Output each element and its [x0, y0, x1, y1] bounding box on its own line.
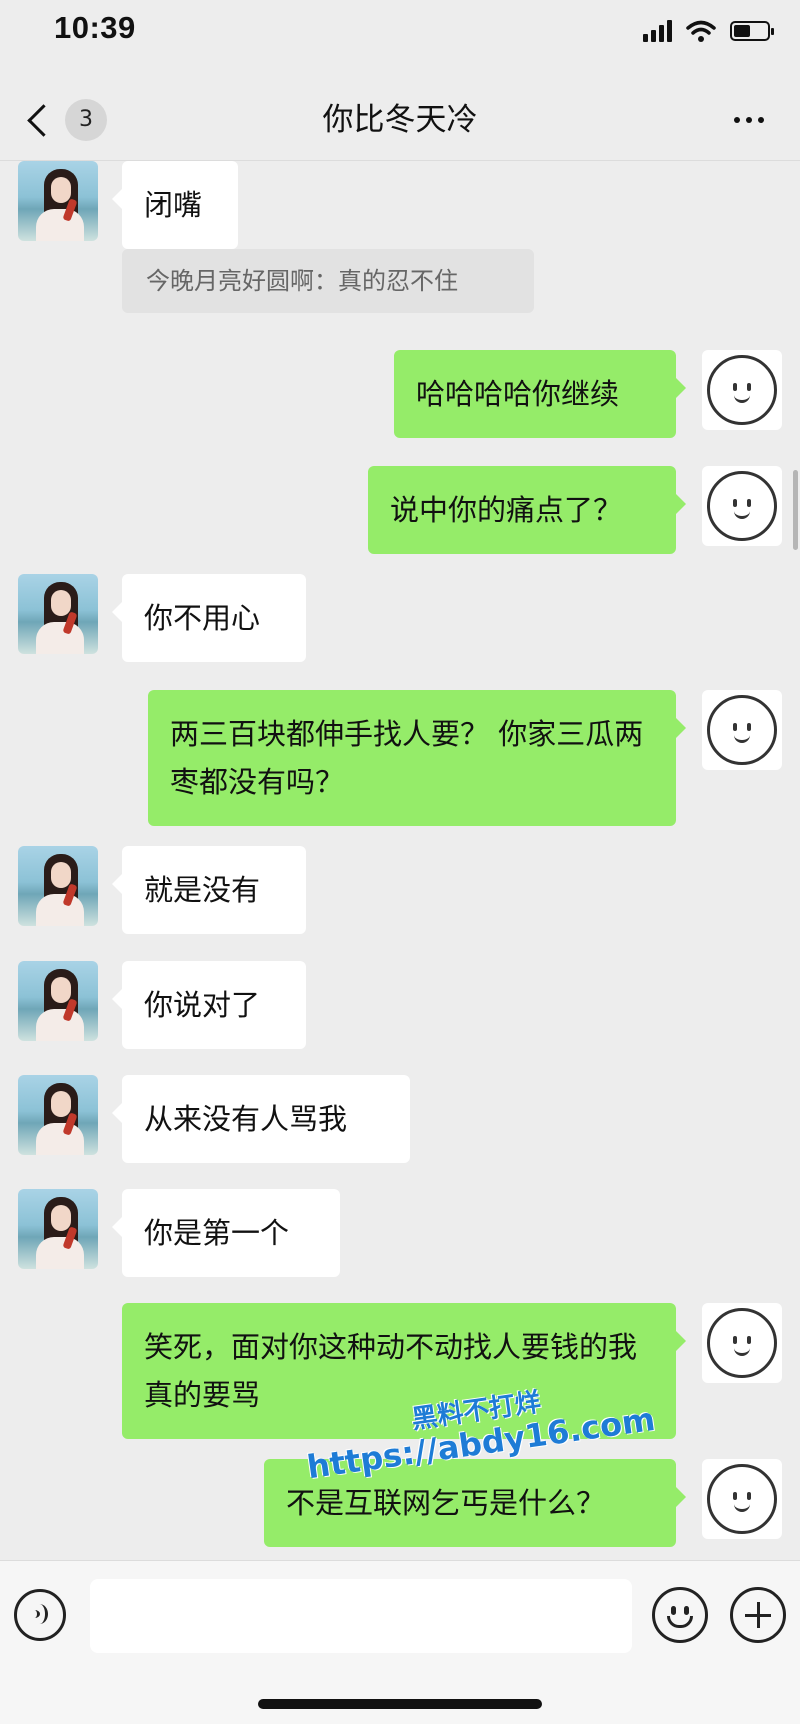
incoming-message-bubble[interactable]: 从来没有人骂我 — [112, 1075, 410, 1163]
smiley-eye — [747, 383, 751, 391]
self-avatar[interactable] — [702, 466, 782, 546]
message-list: 闭嘴 今晚月亮好圆啊：真的忍不住哈哈哈哈你继续说中你的痛点了？ 你不用心两三百块都伸… — [0, 161, 800, 1561]
smiley-eye — [733, 1336, 737, 1344]
battery-icon — [730, 21, 774, 41]
avatar-face — [51, 1091, 71, 1117]
avatar-body — [36, 1123, 84, 1155]
more-button[interactable] — [724, 102, 774, 138]
emoji-icon — [671, 1606, 676, 1615]
more-dot — [758, 117, 764, 123]
avatar-body — [36, 209, 84, 241]
message-input[interactable] — [90, 1579, 632, 1653]
smiley-eye — [747, 723, 751, 731]
back-button[interactable]: 3 — [20, 96, 120, 144]
voice-wave — [31, 1604, 48, 1624]
avatar-body — [36, 1237, 84, 1269]
emoji-button[interactable] — [652, 1587, 708, 1643]
smiley-icon — [707, 1464, 777, 1534]
voice-button[interactable] — [14, 1589, 66, 1641]
smiley-eye — [747, 1492, 751, 1500]
contact-avatar[interactable] — [18, 161, 98, 241]
outgoing-message-bubble[interactable]: 说中你的痛点了？ — [368, 466, 686, 554]
input-bar — [0, 1560, 800, 1724]
smiley-icon — [707, 1308, 777, 1378]
contact-avatar[interactable] — [18, 574, 98, 654]
smiley-icon — [707, 695, 777, 765]
contact-avatar[interactable] — [18, 1189, 98, 1269]
incoming-message-bubble[interactable]: 你不用心 — [112, 574, 306, 662]
self-avatar[interactable] — [702, 690, 782, 770]
status-time: 10:39 — [54, 10, 136, 45]
more-dots-icon — [734, 117, 740, 123]
incoming-message-bubble[interactable]: 就是没有 — [112, 846, 306, 934]
avatar-face — [51, 177, 71, 203]
smiley-icon — [707, 471, 777, 541]
more-dot — [746, 117, 752, 123]
avatar-body — [36, 622, 84, 654]
smiley-eye — [733, 1492, 737, 1500]
status-icons — [643, 16, 774, 46]
avatar-face — [51, 977, 71, 1003]
self-avatar[interactable] — [702, 1303, 782, 1383]
avatar-face — [51, 862, 71, 888]
avatar-body — [36, 1009, 84, 1041]
incoming-message-bubble[interactable]: 闭嘴 — [112, 161, 238, 249]
quoted-message[interactable]: 今晚月亮好圆啊：真的忍不住 — [122, 249, 534, 313]
incoming-message-bubble[interactable]: 你是第一个 — [112, 1189, 340, 1277]
smiley-eye — [747, 1336, 751, 1344]
outgoing-message-bubble[interactable]: 两三百块都伸手找人要？ 你家三瓜两枣都没有吗？ — [148, 690, 686, 826]
home-indicator — [258, 1699, 542, 1709]
battery-level — [734, 25, 751, 37]
avatar-body — [36, 894, 84, 926]
smiley-eye — [733, 499, 737, 507]
contact-avatar[interactable] — [18, 961, 98, 1041]
self-avatar[interactable] — [702, 1459, 782, 1539]
self-avatar[interactable] — [702, 350, 782, 430]
scrollbar[interactable] — [793, 470, 798, 550]
smiley-icon — [707, 355, 777, 425]
smiley-eye — [733, 383, 737, 391]
emoji-mouth — [667, 1616, 693, 1628]
signal-icon — [643, 20, 672, 42]
outgoing-message-bubble[interactable]: 哈哈哈哈你继续 — [394, 350, 686, 438]
contact-avatar[interactable] — [18, 846, 98, 926]
smiley-eye — [733, 723, 737, 731]
wifi-icon — [686, 20, 716, 42]
contact-avatar[interactable] — [18, 1075, 98, 1155]
avatar-face — [51, 1205, 71, 1231]
plus-button[interactable] — [730, 1587, 786, 1643]
chat-title: 你比冬天冷 — [322, 102, 478, 138]
nav-bar: 你比冬天冷 3 — [0, 80, 800, 161]
emoji-eye — [684, 1606, 689, 1615]
smiley-eye — [747, 499, 751, 507]
unread-badge: 3 — [65, 99, 107, 141]
chevron-left-icon — [27, 103, 60, 137]
avatar-face — [51, 590, 71, 616]
status-bar: 10:39 — [0, 0, 800, 80]
incoming-message-bubble[interactable]: 你说对了 — [112, 961, 306, 1049]
